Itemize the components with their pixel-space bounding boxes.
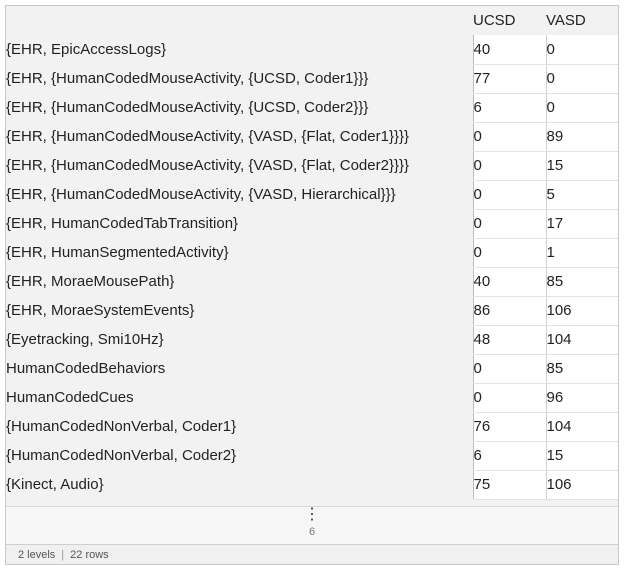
row-key[interactable]: {EHR, {HumanCodedMouseActivity, {VASD, {… bbox=[6, 122, 473, 151]
cell-ucsd[interactable]: 0 bbox=[472, 354, 546, 384]
cell-ucsd[interactable]: 0 bbox=[472, 383, 546, 413]
row-key[interactable]: {EHR, {HumanCodedMouseActivity, {UCSD, C… bbox=[6, 64, 473, 93]
table-row: {EHR, MoraeSystemEvents} 86 106 bbox=[6, 296, 618, 326]
row-key[interactable]: HumanCodedCues bbox=[6, 383, 473, 412]
cell-ucsd[interactable]: 86 bbox=[472, 296, 546, 326]
table-row: {EHR, {HumanCodedMouseActivity, {UCSD, C… bbox=[6, 64, 618, 94]
cell-vasd[interactable]: 106 bbox=[545, 470, 618, 500]
cell-ucsd[interactable]: 40 bbox=[472, 267, 546, 297]
cell-ucsd[interactable]: 75 bbox=[472, 470, 546, 500]
table-row: {Kinect, Audio} 75 106 bbox=[6, 470, 618, 500]
dataset-table: UCSD VASD {EHR, EpicAccessLogs} 40 0 {EHR, … bbox=[6, 6, 618, 500]
levels-count: 2 levels bbox=[18, 549, 56, 561]
row-key[interactable]: {EHR, {HumanCodedMouseActivity, {VASD, H… bbox=[6, 180, 473, 209]
table-row: HumanCodedBehaviors 0 85 bbox=[6, 354, 618, 384]
table-row: {EHR, {HumanCodedMouseActivity, {VASD, {… bbox=[6, 151, 618, 181]
row-key[interactable]: {HumanCodedNonVerbal, Coder2} bbox=[6, 441, 473, 470]
row-key[interactable]: {EHR, {HumanCodedMouseActivity, {UCSD, C… bbox=[6, 93, 473, 122]
cell-ucsd[interactable]: 76 bbox=[472, 412, 546, 442]
table-row: {Eyetracking, Smi10Hz} 48 104 bbox=[6, 325, 618, 355]
row-key[interactable]: {HumanCodedNonVerbal, Coder1} bbox=[6, 412, 473, 441]
table-row: {HumanCodedNonVerbal, Coder2} 6 15 bbox=[6, 441, 618, 471]
cell-vasd[interactable]: 0 bbox=[545, 64, 618, 94]
cell-ucsd[interactable]: 48 bbox=[472, 325, 546, 355]
cell-vasd[interactable]: 104 bbox=[545, 412, 618, 442]
table-row: {EHR, HumanSegmentedActivity} 0 1 bbox=[6, 238, 618, 268]
column-header-ucsd[interactable]: UCSD bbox=[473, 6, 546, 35]
cell-ucsd[interactable]: 40 bbox=[472, 35, 546, 65]
status-bar: 2 levels | 22 rows bbox=[6, 544, 618, 564]
vertical-ellipsis-icon: ⋮ bbox=[304, 506, 320, 523]
table-row: HumanCodedCues 0 96 bbox=[6, 383, 618, 413]
table-row: {EHR, EpicAccessLogs} 40 0 bbox=[6, 35, 618, 65]
row-key[interactable]: HumanCodedBehaviors bbox=[6, 354, 473, 383]
elided-row-count: 6 bbox=[308, 526, 316, 538]
cell-ucsd[interactable]: 77 bbox=[472, 64, 546, 94]
rows-count: 22 rows bbox=[70, 549, 109, 561]
row-key[interactable]: {EHR, HumanCodedTabTransition} bbox=[6, 209, 473, 238]
status-separator: | bbox=[61, 549, 65, 561]
cell-vasd[interactable]: 106 bbox=[545, 296, 618, 326]
cell-vasd[interactable]: 0 bbox=[545, 93, 618, 123]
cell-vasd[interactable]: 85 bbox=[545, 354, 618, 384]
cell-ucsd[interactable]: 0 bbox=[472, 238, 546, 268]
cell-ucsd[interactable]: 0 bbox=[472, 151, 546, 181]
row-key[interactable]: {EHR, HumanSegmentedActivity} bbox=[6, 238, 473, 267]
dataset-view: UCSD VASD {EHR, EpicAccessLogs} 40 0 {EHR, … bbox=[5, 5, 619, 565]
cell-vasd[interactable]: 0 bbox=[545, 35, 618, 65]
cell-ucsd[interactable]: 0 bbox=[472, 122, 546, 152]
table-row: {EHR, MoraeMousePath} 40 85 bbox=[6, 267, 618, 297]
table-row: {EHR, {HumanCodedMouseActivity, {UCSD, C… bbox=[6, 93, 618, 123]
cell-vasd[interactable]: 96 bbox=[545, 383, 618, 413]
row-key[interactable]: {Kinect, Audio} bbox=[6, 470, 473, 499]
row-key[interactable]: {EHR, EpicAccessLogs} bbox=[6, 35, 473, 64]
cell-ucsd[interactable]: 6 bbox=[472, 93, 546, 123]
row-key[interactable]: {EHR, {HumanCodedMouseActivity, {VASD, {… bbox=[6, 151, 473, 180]
cell-vasd[interactable]: 1 bbox=[545, 238, 618, 268]
elided-rows-indicator[interactable]: ⋮ 6 bbox=[6, 506, 618, 545]
cell-ucsd[interactable]: 0 bbox=[472, 209, 546, 239]
table-row: {EHR, HumanCodedTabTransition} 0 17 bbox=[6, 209, 618, 239]
table-row: {HumanCodedNonVerbal, Coder1} 76 104 bbox=[6, 412, 618, 442]
cell-vasd[interactable]: 85 bbox=[545, 267, 618, 297]
cell-vasd[interactable]: 17 bbox=[545, 209, 618, 239]
cell-vasd[interactable]: 15 bbox=[545, 151, 618, 181]
cell-vasd[interactable]: 5 bbox=[545, 180, 618, 210]
column-header-vasd[interactable]: VASD bbox=[546, 6, 618, 35]
header-row: UCSD VASD bbox=[6, 6, 618, 35]
row-key[interactable]: {EHR, MoraeSystemEvents} bbox=[6, 296, 473, 325]
header-corner bbox=[6, 6, 473, 35]
cell-ucsd[interactable]: 0 bbox=[472, 180, 546, 210]
cell-vasd[interactable]: 15 bbox=[545, 441, 618, 471]
cell-vasd[interactable]: 89 bbox=[545, 122, 618, 152]
row-key[interactable]: {EHR, MoraeMousePath} bbox=[6, 267, 473, 296]
table-row: {EHR, {HumanCodedMouseActivity, {VASD, H… bbox=[6, 180, 618, 210]
cell-vasd[interactable]: 104 bbox=[545, 325, 618, 355]
table-row: {EHR, {HumanCodedMouseActivity, {VASD, {… bbox=[6, 122, 618, 152]
cell-ucsd[interactable]: 6 bbox=[472, 441, 546, 471]
row-key[interactable]: {Eyetracking, Smi10Hz} bbox=[6, 325, 473, 354]
